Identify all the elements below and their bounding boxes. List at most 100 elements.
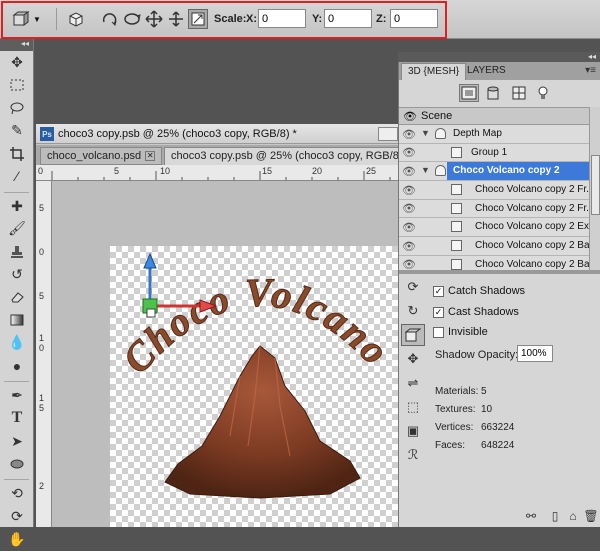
panel-dock-collapse[interactable]: ◂◂: [398, 52, 600, 62]
scene-item-label: Choco Volcano copy 2: [453, 165, 560, 177]
scrollbar-thumb[interactable]: [591, 155, 600, 215]
3d-rotate-button[interactable]: [100, 9, 120, 29]
mesh-filter-icon[interactable]: [483, 84, 503, 102]
vertices-label: Vertices:: [435, 422, 474, 433]
minimize-button[interactable]: [378, 127, 398, 141]
eyedropper-tool-icon[interactable]: ⁄: [0, 165, 34, 188]
document-titlebar[interactable]: Ps choco3 copy.psb @ 25% (choco3 copy, R…: [36, 124, 400, 144]
eye-icon[interactable]: 👁: [401, 238, 417, 254]
ruler-ticks: [51, 171, 391, 180]
eye-icon[interactable]: 👁: [401, 219, 417, 235]
eye-icon[interactable]: 👁: [401, 163, 417, 179]
move-tool-icon[interactable]: ✥: [0, 51, 34, 74]
eye-icon: 👁: [403, 111, 417, 123]
mesh-icon: [435, 128, 446, 139]
delete-icon[interactable]: 🗑: [583, 508, 599, 524]
shadow-opacity-input[interactable]: [517, 345, 553, 362]
light-bulb-icon[interactable]: [533, 84, 553, 102]
gradient-tool-icon[interactable]: [0, 309, 34, 332]
healing-brush-tool-icon[interactable]: ✚: [0, 195, 34, 218]
blur-tool-icon[interactable]: 💧: [0, 332, 34, 355]
marquee-tool-icon[interactable]: [0, 74, 34, 97]
cast-shadows-checkbox[interactable]: ✓ Cast Shadows: [433, 306, 519, 318]
3d-rotate-tool-icon[interactable]: ⟲: [0, 482, 34, 505]
pasteboard[interactable]: Choco Volcano: [52, 181, 400, 527]
scene-row-group-1[interactable]: 👁 Group 1: [399, 143, 589, 163]
3d-orbit-tool-icon[interactable]: ⟳: [0, 505, 34, 528]
pan-camera-icon[interactable]: ✥: [401, 348, 425, 370]
scene-row-material[interactable]: 👁 Choco Volcano copy 2 Ba...: [399, 237, 589, 256]
invisible-checkbox[interactable]: Invisible: [433, 326, 488, 338]
clone-stamp-tool-icon[interactable]: [0, 240, 34, 263]
scale-z-input[interactable]: [390, 9, 438, 28]
eye-icon[interactable]: 👁: [401, 126, 417, 142]
history-brush-tool-icon[interactable]: ↺: [0, 263, 34, 286]
eraser-tool-icon[interactable]: [0, 286, 34, 309]
eye-icon[interactable]: 👁: [401, 182, 417, 198]
tab-choco-volcano[interactable]: choco_volcano.psd ✕: [40, 147, 163, 165]
collapse-toolbar-button[interactable]: ◂◂: [0, 39, 33, 51]
material-icon: [451, 202, 462, 214]
scene-row-material[interactable]: 👁 Choco Volcano copy 2 Fr...: [399, 199, 589, 219]
mesh-settings-icon[interactable]: [401, 324, 425, 346]
panel-menu-icon[interactable]: ▾≡: [585, 65, 596, 76]
3d-slide-button[interactable]: [166, 9, 186, 29]
scale-y-input[interactable]: [324, 9, 372, 28]
checkbox-box: ✓: [433, 306, 444, 318]
pen-tool-icon[interactable]: ✒: [0, 384, 34, 407]
new-light-icon[interactable]: ⌂: [565, 508, 581, 524]
orbit-camera-icon[interactable]: ⟳: [401, 276, 425, 298]
tool-preset-picker[interactable]: ▼: [12, 8, 41, 30]
scene-row-choco-volcano-copy-2[interactable]: 👁 ▼ Choco Volcano copy 2: [399, 162, 589, 182]
mesh-icon: [435, 165, 446, 177]
3d-roll-button[interactable]: [122, 9, 142, 29]
choco-volcano-artwork: Choco Volcano: [113, 252, 397, 499]
crop-tool-icon[interactable]: [0, 142, 34, 165]
scene-filter-icon[interactable]: [459, 84, 479, 102]
scene-row-material[interactable]: 👁 Choco Volcano copy 2 Fr...: [399, 181, 589, 200]
eye-icon[interactable]: 👁: [401, 201, 417, 217]
tab-layers[interactable]: LAYERS: [461, 63, 512, 80]
material-filter-icon[interactable]: [509, 84, 529, 102]
brush-tool-icon[interactable]: 🖌: [0, 218, 34, 241]
path-selection-tool-icon[interactable]: ➤: [0, 430, 34, 453]
scale-x-label: X:: [246, 13, 257, 25]
scene-header[interactable]: 👁 Scene: [399, 107, 589, 125]
toggle-icon[interactable]: ▣: [401, 420, 425, 442]
3d-object-button[interactable]: [66, 9, 86, 29]
scene-row-material[interactable]: 👁 Choco Volcano copy 2 Ext...: [399, 218, 589, 238]
expand-triangle-icon[interactable]: ▼: [421, 128, 430, 138]
roll-camera-icon[interactable]: ↻: [401, 300, 425, 322]
tab-label: choco3 copy.psb @ 25% (choco3 copy, RGB/…: [171, 150, 403, 162]
type-tool-icon[interactable]: T: [0, 407, 34, 430]
lasso-tool-icon[interactable]: [0, 97, 34, 120]
hand-tool-icon[interactable]: ✋: [0, 528, 34, 551]
canvas[interactable]: Choco Volcano: [110, 246, 400, 527]
scene-label: Scene: [421, 110, 453, 122]
eye-icon[interactable]: 👁: [401, 257, 417, 270]
close-icon[interactable]: ✕: [145, 151, 156, 162]
scene-row-material[interactable]: 👁 Choco Volcano copy 2 Ba...: [399, 255, 589, 270]
reset-icon[interactable]: ℛ: [401, 444, 425, 466]
tab-3d-mesh[interactable]: 3D {MESH}: [401, 63, 467, 80]
faces-value: 648224: [481, 440, 515, 451]
3d-scale-button[interactable]: [188, 9, 208, 29]
tab-choco3-copy[interactable]: choco3 copy.psb @ 25% (choco3 copy, RGB/…: [164, 147, 410, 165]
panel-filter-buttons: [399, 80, 600, 106]
walk-camera-icon[interactable]: ⇌: [401, 372, 425, 394]
quick-selection-tool-icon[interactable]: ✎: [0, 119, 34, 142]
panel-splitter[interactable]: [399, 270, 600, 274]
expand-triangle-icon[interactable]: ▼: [421, 165, 430, 175]
catch-shadows-checkbox[interactable]: ✓ Catch Shadows: [433, 285, 525, 297]
scene-row-depth-map[interactable]: 👁 ▼ Depth Map: [399, 125, 589, 144]
scale-x-input[interactable]: [258, 9, 306, 28]
zoom-camera-icon[interactable]: ⬚: [401, 396, 425, 418]
scene-scrollbar[interactable]: [589, 107, 600, 270]
eye-icon[interactable]: 👁: [401, 145, 417, 161]
render-settings-icon[interactable]: ⚯: [523, 508, 539, 524]
ground-plane-icon[interactable]: ▯: [547, 508, 563, 524]
options-bar: ▼ Scale: X: Y: Z:: [0, 0, 600, 39]
3d-pan-button[interactable]: [144, 9, 164, 29]
dodge-tool-icon[interactable]: ●: [0, 354, 34, 377]
shape-tool-icon[interactable]: [0, 453, 34, 476]
